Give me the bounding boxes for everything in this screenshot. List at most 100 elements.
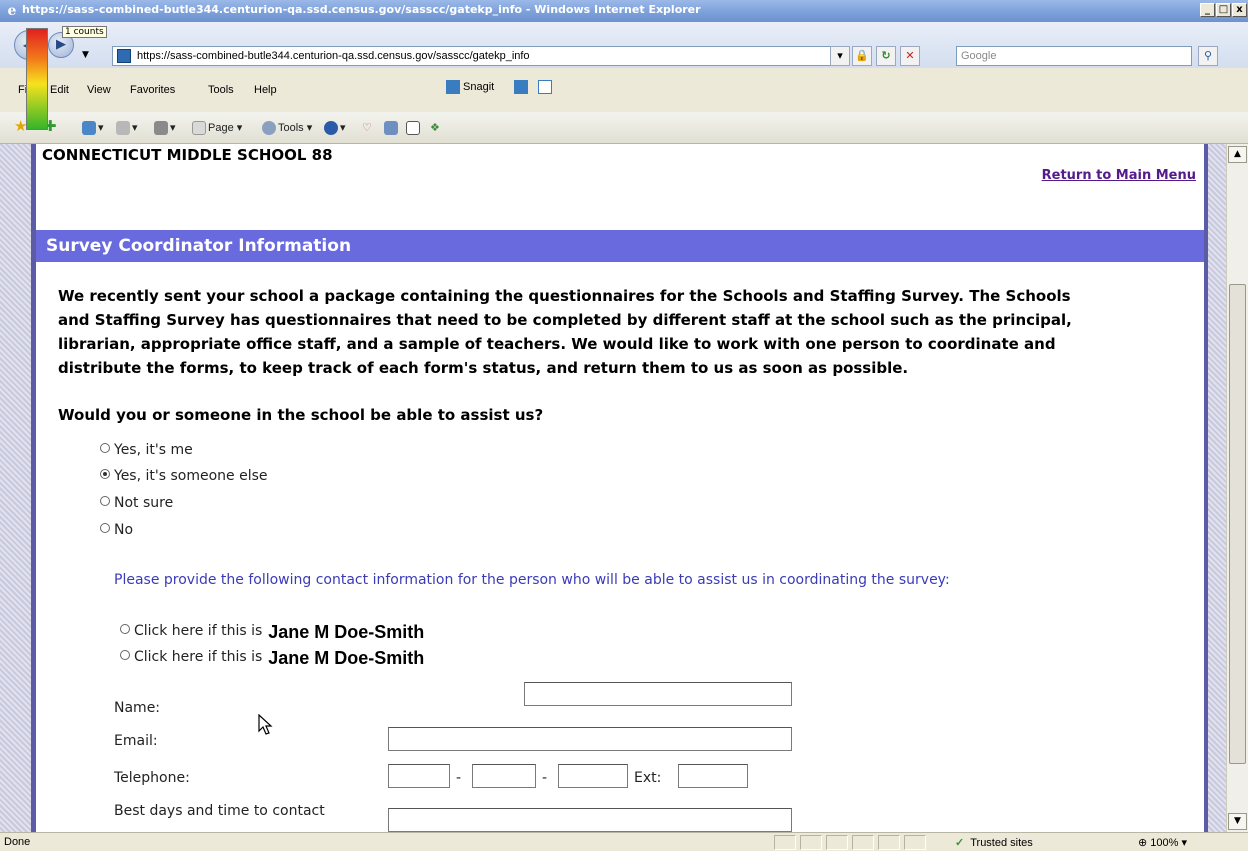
email-field[interactable]	[388, 727, 792, 751]
menu-help[interactable]: Help	[254, 84, 277, 96]
count-meter	[26, 28, 48, 130]
heart-icon[interactable]: ♡	[362, 121, 372, 134]
option-label: No	[114, 522, 134, 538]
status-segment	[800, 835, 822, 850]
window-title: https://sass-combined-butle344.centurion…	[22, 3, 701, 16]
contact-name: Jane M Doe-Smith	[268, 648, 425, 668]
address-input[interactable]: https://sass-combined-butle344.centurion…	[112, 46, 848, 66]
menu-view[interactable]: View	[87, 84, 111, 96]
phone-area-code-field[interactable]	[388, 764, 450, 788]
option-no[interactable]: No	[100, 522, 133, 538]
option-yes-me[interactable]: Yes, it's me	[100, 442, 193, 458]
tools-menu-button[interactable]: Tools ▾	[262, 121, 312, 136]
print-button[interactable]: ▾	[154, 121, 176, 136]
radio-button[interactable]	[100, 523, 110, 533]
snagit-capture-icon[interactable]	[514, 80, 528, 94]
snagit-editor-icon[interactable]	[538, 80, 552, 94]
scroll-down-arrow-icon[interactable]: ▼	[1228, 813, 1247, 830]
radio-button[interactable]	[120, 650, 130, 660]
status-segment	[826, 835, 848, 850]
snagit-button[interactable]: Snagit	[446, 80, 494, 94]
name-label: Name:	[114, 700, 161, 716]
name-field[interactable]	[524, 682, 792, 706]
history-dropdown-icon[interactable]: ▼	[82, 50, 89, 60]
help-icon	[324, 121, 338, 136]
intro-paragraph: We recently sent your school a package c…	[58, 284, 1198, 380]
security-zone-label: Trusted sites	[970, 837, 1033, 849]
option-not-sure[interactable]: Not sure	[100, 495, 173, 511]
telephone-label: Telephone:	[114, 770, 190, 786]
return-to-main-menu-link[interactable]: Return to Main Menu	[1042, 168, 1196, 183]
stop-button[interactable]: ✕	[900, 46, 920, 66]
internet-explorer-icon: e	[7, 3, 17, 19]
phone-ext-field[interactable]	[678, 764, 748, 788]
lock-icon[interactable]: 🔒	[852, 46, 872, 66]
intro-line: We recently sent your school a package c…	[58, 287, 1071, 305]
page-menu-label: Page	[208, 122, 234, 134]
status-bar: Done ✓ Trusted sites ⊕ 100% ▾	[0, 832, 1248, 851]
phone-prefix-field[interactable]	[472, 764, 536, 788]
status-segment	[878, 835, 900, 850]
zoom-level[interactable]: ⊕ 100% ▾	[1138, 836, 1187, 849]
option-label: Not sure	[114, 495, 174, 511]
page-content: CONNECTICUT MIDDLE SCHOOL 88 Return to M…	[36, 144, 1204, 832]
scroll-up-arrow-icon[interactable]: ▲	[1228, 146, 1247, 163]
best-time-field[interactable]	[388, 808, 792, 832]
command-bar: ★ ✚ ▾ ▾ ▾ Page ▾ Tools ▾ ▾ ♡ ❖	[0, 112, 1248, 144]
status-segment	[852, 835, 874, 850]
status-text: Done	[4, 836, 31, 848]
trusted-check-icon: ✓	[955, 837, 965, 849]
address-toolbar: ◀ ▶ ▼ https://sass-combined-butle344.cen…	[0, 22, 1248, 68]
option-label: Yes, it's me	[114, 442, 193, 458]
search-icon[interactable]: ⚲	[1198, 46, 1218, 66]
snagit-icon	[446, 80, 460, 94]
home-button[interactable]: ▾	[82, 121, 104, 136]
menu-favorites[interactable]: Favorites	[130, 84, 175, 96]
email-label: Email:	[114, 733, 158, 749]
research-icon[interactable]	[384, 121, 400, 135]
click-here-label: Click here if this is	[134, 623, 263, 639]
radio-button[interactable]	[100, 443, 110, 453]
zoom-icon: ⊕	[1138, 837, 1148, 849]
section-header: Survey Coordinator Information	[36, 230, 1204, 262]
contact-name: Jane M Doe-Smith	[268, 622, 425, 642]
window-icon[interactable]	[406, 121, 422, 135]
minimize-button[interactable]: _	[1200, 3, 1215, 17]
menu-edit[interactable]: Edit	[50, 84, 69, 96]
click-here-option-2[interactable]: Click here if this is Jane M Doe-Smith	[120, 648, 424, 669]
best-time-label: Best days and time to contact	[114, 803, 325, 819]
scroll-thumb[interactable]	[1229, 284, 1246, 764]
address-url: https://sass-combined-butle344.centurion…	[137, 50, 530, 62]
home-icon	[82, 121, 96, 136]
phone-line-field[interactable]	[558, 764, 628, 788]
window-title-bar: e https://sass-combined-butle344.centuri…	[0, 0, 1248, 22]
maximize-button[interactable]: □	[1216, 3, 1231, 17]
click-here-option-1[interactable]: Click here if this is Jane M Doe-Smith	[120, 622, 424, 643]
menu-tools[interactable]: Tools	[208, 84, 234, 96]
help-button[interactable]: ▾	[324, 121, 346, 136]
assist-question: Would you or someone in the school be ab…	[58, 406, 544, 424]
page-menu-button[interactable]: Page ▾	[192, 121, 242, 136]
feeds-button[interactable]: ▾	[116, 121, 138, 136]
status-segment	[904, 835, 926, 850]
radio-button[interactable]	[100, 496, 110, 506]
search-input[interactable]: Google	[956, 46, 1192, 66]
close-button[interactable]: x	[1232, 3, 1247, 17]
radio-button-selected[interactable]	[100, 469, 110, 479]
search-placeholder: Google	[961, 50, 997, 62]
tools-menu-label: Tools	[278, 122, 304, 134]
phone-separator: -	[456, 770, 462, 786]
security-zone[interactable]: ✓ Trusted sites	[955, 836, 1033, 849]
contact-prompt: Please provide the following contact inf…	[114, 572, 950, 588]
option-yes-someone-else[interactable]: Yes, it's someone else	[100, 468, 268, 484]
address-dropdown-button[interactable]: ▾	[830, 46, 850, 66]
ext-label: Ext:	[634, 770, 662, 786]
count-badge: 1 counts	[62, 26, 107, 38]
radio-button[interactable]	[120, 624, 130, 634]
print-icon	[154, 121, 168, 136]
addon-icon[interactable]: ❖	[430, 121, 440, 134]
refresh-button[interactable]: ↻	[876, 46, 896, 66]
click-here-label: Click here if this is	[134, 649, 263, 665]
vertical-scrollbar[interactable]: ▲ ▼	[1226, 144, 1248, 832]
intro-line: and Staffing Survey has questionnaires t…	[58, 311, 1072, 329]
